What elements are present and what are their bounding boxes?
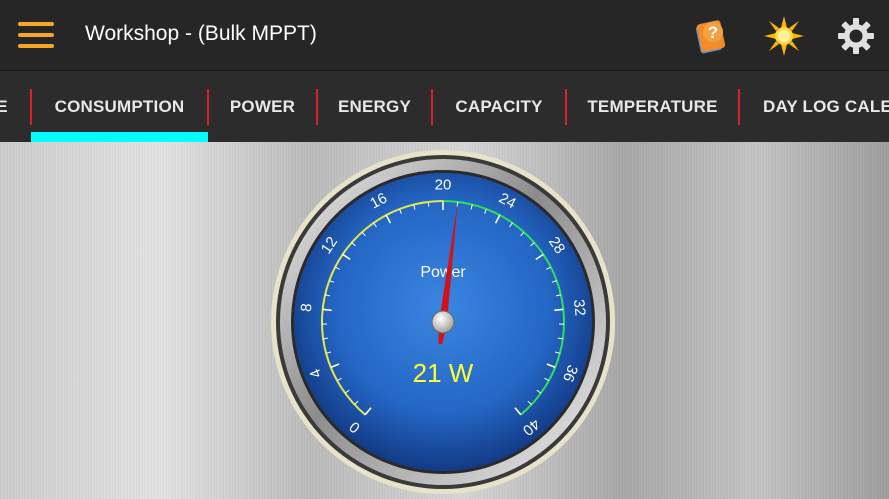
tab-partial[interactable]: E [0, 71, 10, 142]
tab-energy[interactable]: ENERGY [318, 71, 431, 142]
tab-temperature[interactable]: TEMPERATURE [567, 71, 738, 142]
gauge-tick-label: 20 [435, 177, 452, 194]
hamburger-menu-icon[interactable] [18, 20, 54, 50]
gauge-needle-cap [431, 310, 455, 334]
gauge-major-tick [322, 308, 332, 312]
gauge-major-tick [554, 308, 564, 312]
gauge-readout: 21 W [413, 358, 474, 388]
gauge-minor-tick [323, 337, 329, 340]
tab-bar: E CONSUMPTION POWER ENERGY CAPACITY TEMP… [0, 70, 889, 142]
gauge-tick-label: 8 [298, 303, 316, 313]
gauge-tick-label: 32 [570, 298, 589, 316]
gauge-label: Power [420, 264, 466, 281]
svg-text:?: ? [708, 23, 718, 42]
sun-icon[interactable] [762, 14, 806, 58]
tab-day-log-calendar[interactable]: DAY LOG CALEN [740, 71, 889, 142]
gauge-minor-tick [427, 201, 430, 207]
tab-power[interactable]: POWER [209, 71, 316, 142]
gauge-panel: 0 4 8 12 16 20 24 28 32 36 40 Power 21 W [0, 142, 889, 499]
app-bar: Workshop - (Bulk MPPT) ? [0, 0, 889, 70]
tab-capacity[interactable]: CAPACITY [433, 71, 565, 142]
power-gauge: 0481216202428323640 Power 21 W [271, 150, 615, 494]
gear-icon[interactable] [834, 14, 878, 58]
page-title: Workshop - (Bulk MPPT) [85, 22, 317, 45]
gauge-minor-tick [557, 337, 563, 340]
help-book-icon[interactable]: ? [689, 14, 733, 58]
selected-tab-indicator [31, 132, 208, 142]
